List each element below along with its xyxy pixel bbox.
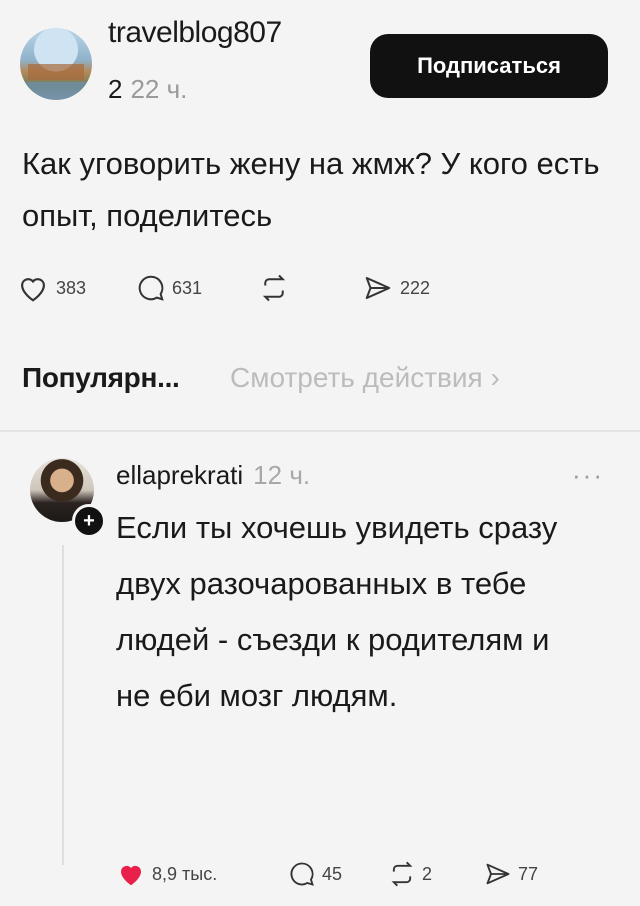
send-icon xyxy=(365,277,391,299)
send-icon xyxy=(486,863,510,885)
comment-count: 631 xyxy=(172,277,203,298)
comment-actions: 8,9 тыс. 45 2 77 xyxy=(116,856,538,892)
divider xyxy=(0,430,640,432)
post-time: 22 ч. xyxy=(130,74,188,104)
share-count: 222 xyxy=(400,277,431,298)
comment-like-count: 8,9 тыс. xyxy=(152,863,218,884)
heart-filled-icon xyxy=(121,865,141,886)
comment-icon xyxy=(290,862,314,886)
comment-share-button[interactable]: 77 xyxy=(484,860,538,888)
comment-reply-button[interactable]: 45 xyxy=(288,860,388,888)
post-counter: 2 xyxy=(108,74,123,104)
like-count: 383 xyxy=(56,277,87,298)
repost-icon xyxy=(391,861,413,887)
post-username[interactable]: travelblog807 xyxy=(108,16,282,50)
repost-button[interactable] xyxy=(258,273,362,303)
comment-author[interactable]: ellaprekrati xyxy=(116,460,243,490)
follow-plus-icon[interactable]: + xyxy=(72,504,106,538)
thread-line xyxy=(62,545,64,865)
comment-reply-count: 45 xyxy=(322,863,343,884)
post-actions: 383 631 222 xyxy=(16,268,430,308)
comment-repost-button[interactable]: 2 xyxy=(388,860,484,888)
repost-icon xyxy=(262,274,286,302)
view-activity-link[interactable]: Смотреть действия › xyxy=(230,362,500,394)
comment-time: 12 ч. xyxy=(253,460,311,490)
comment-username: ellaprekrati 12 ч. xyxy=(116,460,310,491)
popular-sort-title[interactable]: Популярн... xyxy=(22,362,180,394)
more-options-icon[interactable]: ··· xyxy=(572,460,604,491)
post-avatar[interactable] xyxy=(20,28,92,100)
comment-button[interactable]: 631 xyxy=(136,273,258,303)
comment-like-button[interactable]: 8,9 тыс. xyxy=(116,860,288,888)
subscribe-button[interactable]: Подписаться xyxy=(370,34,608,98)
post-text: Как уговорить жену на жмж? У кого есть о… xyxy=(22,146,600,233)
share-button[interactable]: 222 xyxy=(362,273,430,303)
post-meta: 2 22 ч. xyxy=(108,74,187,105)
comment-share-count: 77 xyxy=(518,863,539,884)
comment-text: Если ты хочешь увидеть сразу двух разоча… xyxy=(116,510,558,713)
comment-icon xyxy=(138,275,164,301)
like-button[interactable]: 383 xyxy=(16,273,136,303)
heart-icon xyxy=(20,278,46,302)
comment-repost-count: 2 xyxy=(422,863,433,884)
